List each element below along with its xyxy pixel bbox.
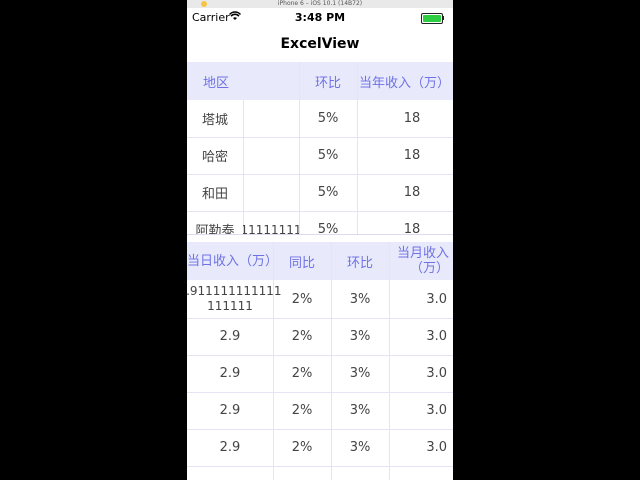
cell-mom: 5% [317,222,339,234]
phone-screen: iPhone 6 – iOS 10.1 (14B72) Carrier 3:48… [187,0,453,480]
cell-mom: 3% [349,291,371,307]
section-divider [187,234,453,240]
header-yoy[interactable]: 同比 [273,242,331,280]
table-row[interactable]: 阿勒泰 11111111 5% 18 [187,211,453,234]
cell-daily: 2.9 [219,329,241,344]
status-time: 3:48 PM [294,11,346,24]
cell-mom: 3% [349,440,371,455]
battery-tip [442,16,444,20]
cell-yoy: 2% [291,366,313,381]
nav-title: ExcelView [280,36,360,52]
cell-extra [243,137,299,174]
cell-monthly: 3.0 [426,291,447,307]
top-table-header: 地区 环比 当年收入（万） [187,62,453,100]
cell-mom: 3% [349,366,371,381]
battery-icon [421,13,443,24]
header-mom[interactable]: 环比 [331,242,389,280]
cell-region: 阿勒泰 [195,224,235,234]
cell-region: 哈密 [201,150,228,165]
status-bar: Carrier 3:48 PM [187,8,453,26]
cell-yoy: 2% [291,291,313,307]
cell-monthly: 3.0 [426,440,447,455]
cell-monthly: 3.0 [426,366,447,381]
cell-mom: 5% [317,111,339,126]
cell-yoy: 2% [291,403,313,418]
cell-annual: 18 [403,222,421,234]
cell-monthly: 3.0 [426,329,447,344]
cell-monthly: 3.0 [426,403,447,418]
window-minimize-icon[interactable] [201,1,207,7]
cell-daily: 2.9 [219,403,241,418]
cell-mom: 3% [349,403,371,418]
cell-daily: 2.9 [219,440,241,455]
bottom-table-header: 当日收入（万） 同比 环比 当月收入（万） [187,242,453,280]
cell-annual: 18 [403,111,421,126]
header-monthly-income[interactable]: 当月收入（万） [389,242,453,280]
cell-annual: 18 [403,185,421,200]
cell-mom: 3% [349,329,371,344]
cell-annual: 18 [403,148,421,163]
simulator-title: iPhone 6 – iOS 10.1 (14B72) [277,0,363,7]
header-region[interactable]: 地区 [187,62,245,100]
header-mom[interactable]: 环比 [299,62,357,100]
header-annual-income[interactable]: 当年收入（万） [359,62,453,100]
cell-region: 和田 [201,187,228,202]
cell-yoy: 2% [291,440,313,455]
header-daily-income[interactable]: 当日收入（万） [187,242,273,280]
cell-extra: 11111111 [243,222,299,235]
cell-daily: 2.911111111111111111 [187,284,282,313]
cell-extra [243,100,299,137]
cell-mom: 5% [317,185,339,200]
cell-extra [243,174,299,211]
simulator-title-bar: iPhone 6 – iOS 10.1 (14B72) [187,0,453,8]
navigation-bar: ExcelView [187,26,453,63]
cell-region: 塔城 [201,113,228,128]
cell-mom: 5% [317,148,339,163]
cell-daily: 2.9 [219,366,241,381]
cell-yoy: 2% [291,329,313,344]
